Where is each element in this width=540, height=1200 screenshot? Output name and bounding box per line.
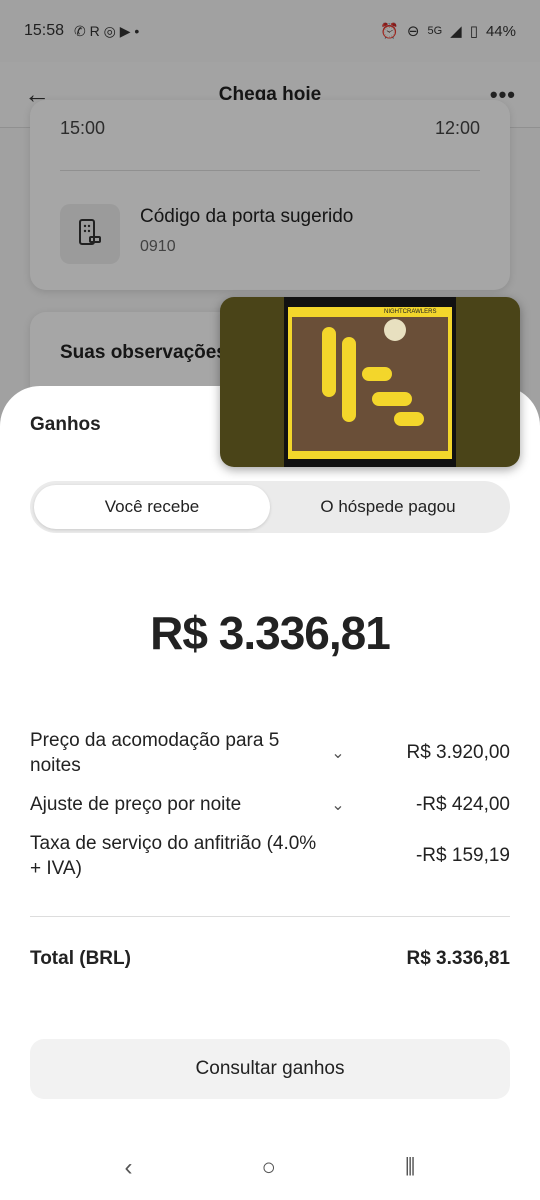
album-art: NIGHTCRAWLERS [284, 297, 456, 467]
earnings-sheet: Ganhos Você recebe O hóspede pagou R$ 3.… [0, 386, 540, 1200]
view-earnings-button[interactable]: Consultar ganhos [30, 1039, 510, 1099]
tab-you-receive[interactable]: Você recebe [34, 485, 270, 529]
divider [30, 916, 510, 917]
nav-recents-icon[interactable]: ⦀ [405, 1154, 416, 1182]
chevron-down-icon[interactable]: ⌄ [320, 743, 356, 763]
breakdown-row-price-adjustment[interactable]: Ajuste de preço por noite ⌄ -R$ 424,00 [30, 792, 510, 817]
row-label: Taxa de serviço do anfitrião (4.0% + IVA… [30, 833, 317, 879]
back-arrow-icon[interactable]: ← [24, 79, 50, 110]
system-nav-bar: ‹ ○ ⦀ [0, 1136, 540, 1200]
breakdown-row-accommodation[interactable]: Preço da acomodação para 5 noites ⌄ R$ 3… [30, 728, 510, 778]
row-value: -R$ 159,19 [415, 845, 510, 866]
nav-back-icon[interactable]: ‹ [124, 1154, 132, 1182]
row-label: Ajuste de preço por noite [30, 794, 242, 815]
tab-guest-paid[interactable]: O hóspede pagou [270, 485, 506, 529]
breakdown-row-service-fee: Taxa de serviço do anfitrião (4.0% + IVA… [30, 831, 510, 881]
nav-home-icon[interactable]: ○ [261, 1154, 276, 1182]
row-label: Preço da acomodação para 5 noites [30, 730, 280, 776]
total-value: R$ 3.336,81 [406, 948, 510, 969]
total-row: Total (BRL) R$ 3.336,81 [30, 948, 510, 970]
earnings-toggle: Você recebe O hóspede pagou [30, 481, 510, 533]
total-label: Total (BRL) [30, 948, 131, 969]
picture-in-picture-player[interactable]: NIGHTCRAWLERS [220, 297, 520, 467]
earnings-breakdown: Preço da acomodação para 5 noites ⌄ R$ 3… [30, 728, 510, 895]
earnings-amount: R$ 3.336,81 [150, 607, 391, 659]
more-options-icon[interactable]: ••• [490, 82, 516, 108]
row-value: -R$ 424,00 [415, 793, 510, 815]
sheet-title: Ganhos [30, 414, 101, 435]
album-text: NIGHTCRAWLERS [384, 309, 437, 315]
row-value: R$ 3.920,00 [406, 742, 510, 763]
chevron-down-icon[interactable]: ⌄ [320, 795, 356, 815]
